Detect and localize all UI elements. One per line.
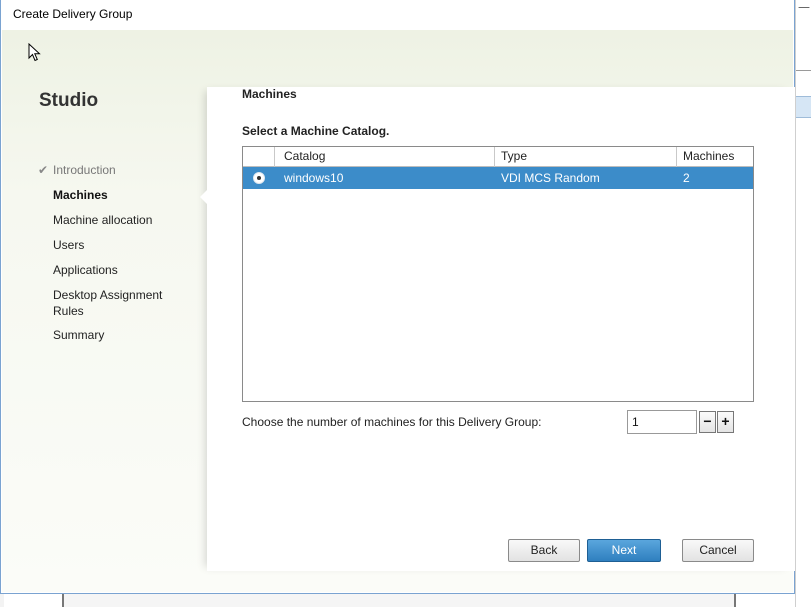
back-button[interactable]: Back [508,539,580,562]
step-summary: Summary [53,327,203,343]
step-label: Desktop Assignment Rules [53,288,163,318]
catalog-cell: windows10 [284,171,344,185]
column-header-machines[interactable]: Machines [677,147,753,167]
title-bar: Create Delivery Group [1,0,794,30]
step-applications: Applications [53,262,203,278]
catalog-table[interactable]: Catalog Type Machines windows10 VDI MCS … [242,146,754,402]
table-header: Catalog Type Machines [243,147,753,167]
select-catalog-label: Select a Machine Catalog. [242,124,390,138]
studio-brand: Studio [39,90,99,111]
page-title: Machines [242,87,297,101]
checkmark-icon: ✔ [38,163,49,177]
window-title: Create Delivery Group [13,7,133,21]
wizard-sidebar: Studio ✔ Introduction Machines Machine al… [2,70,207,570]
increment-button[interactable]: + [717,411,734,433]
type-cell: VDI MCS Random [501,171,600,185]
machines-cell: 2 [683,171,690,185]
step-label: Users [53,238,85,252]
step-desktop-assignment-rules: Desktop Assignment Rules [53,287,183,319]
machine-count-label: Choose the number of machines for this D… [242,415,542,429]
mouse-cursor-icon [28,43,41,62]
step-users: Users [53,237,203,253]
background-minimize-icon: — [798,0,810,14]
background-divider [796,70,811,71]
column-header-select[interactable] [243,147,275,167]
table-row[interactable]: windows10 VDI MCS Random 2 [243,167,753,189]
next-button[interactable]: Next [587,539,661,562]
decrement-button[interactable]: − [699,411,716,433]
step-label: Applications [53,263,118,277]
step-label: Summary [53,328,105,342]
step-introduction[interactable]: ✔ Introduction [38,162,188,178]
column-header-catalog[interactable]: Catalog [275,147,495,167]
step-label: Machine allocation [53,213,153,227]
column-header-type[interactable]: Type [495,147,677,167]
background-highlight-strip [796,96,811,118]
step-label: Introduction [53,163,116,177]
cancel-button[interactable]: Cancel [682,539,754,562]
step-machine-allocation: Machine allocation [53,212,203,228]
selected-radio[interactable] [253,172,265,184]
step-machines[interactable]: Machines [53,187,203,203]
background-window-right-edge: — [795,0,811,607]
background-window-bottom [62,594,736,607]
current-step-pointer [200,189,208,205]
machine-count-input[interactable]: 1 [627,410,697,434]
step-label: Machines [53,188,108,202]
